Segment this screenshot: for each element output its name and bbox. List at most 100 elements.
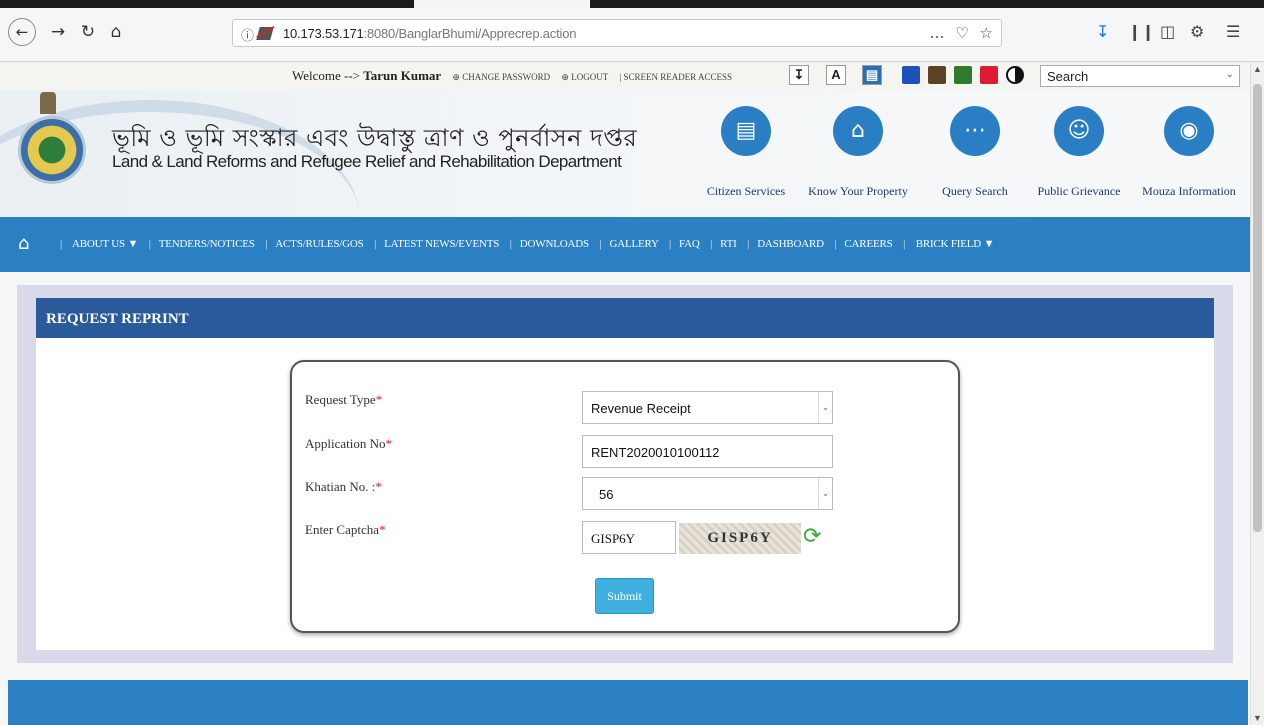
info-icon[interactable]: ⓘ	[241, 25, 254, 44]
application-no-value: RENT2020010100112	[591, 445, 720, 460]
welcome-prefix: Welcome -->	[292, 68, 364, 83]
chevron-down-icon: ▼	[127, 238, 139, 250]
request-type-label: Request Type*	[305, 392, 382, 408]
chat-icon: ⋯	[950, 106, 1000, 156]
url-host: 10.173.53.171	[283, 26, 364, 41]
request-type-value: Revenue Receipt	[591, 401, 691, 416]
page-scrollbar[interactable]: ▲ ▼	[1250, 62, 1264, 725]
chevron-down-icon: ⌄	[818, 478, 832, 509]
nav-tenders-notices[interactable]: TENDERS/NOTICES	[159, 238, 255, 250]
site-header: ভূমি ও ভূমি সংস্কার এবং উদ্বাস্তু ত্রাণ …	[0, 90, 1250, 217]
request-type-select[interactable]: Revenue Receipt ⌄	[582, 391, 833, 424]
extension-icon[interactable]: ⚙	[1190, 22, 1204, 41]
nav-brick-field-label: BRICK FIELD	[915, 238, 982, 250]
nav-acts-rules-gos[interactable]: ACTS/RULES/GOS	[275, 238, 363, 250]
contrast-icon[interactable]	[1006, 66, 1024, 84]
citizen-services-link[interactable]: ▤ Citizen Services	[686, 106, 806, 199]
nav-brick-field[interactable]: BRICK FIELD ▼	[916, 238, 995, 250]
scroll-thumb[interactable]	[1253, 84, 1262, 532]
nav-dashboard[interactable]: DASHBOARD	[757, 238, 824, 250]
required-mark: *	[375, 479, 382, 494]
font-size-icon[interactable]: A	[826, 65, 846, 85]
welcome-text: Welcome --> Tarun Kumar ⊕ CHANGE PASSWOR…	[292, 68, 732, 84]
screen-reader-link[interactable]: | SCREEN READER ACCESS	[619, 72, 732, 82]
people-icon: ☺	[1054, 106, 1104, 156]
more-actions-icon[interactable]: …	[930, 24, 945, 42]
required-mark: *	[379, 522, 386, 537]
mouza-information-label: Mouza Information	[1142, 184, 1236, 198]
khatian-no-label: Khatian No. :*	[305, 479, 382, 495]
insecure-lock-icon[interactable]	[256, 27, 274, 40]
back-icon[interactable]: ←	[8, 18, 36, 46]
library-icon[interactable]: ❙❙	[1128, 22, 1155, 41]
scroll-down-icon[interactable]: ▼	[1253, 713, 1262, 723]
application-no-input[interactable]: RENT2020010100112	[582, 435, 833, 468]
url-text[interactable]: 10.173.53.171:8080/BanglarBhumi/Apprecre…	[283, 26, 576, 41]
logout-link[interactable]: ⊕ LOGOUT	[561, 72, 608, 82]
theme-green-button[interactable]	[954, 66, 972, 84]
query-search-link[interactable]: ⋯ Query Search	[915, 106, 1035, 199]
citizen-services-label: Citizen Services	[706, 184, 786, 198]
browser-tab-strip	[0, 0, 1264, 8]
logout-label: LOGOUT	[571, 72, 609, 82]
know-your-property-label: Know Your Property	[808, 184, 908, 198]
mouza-information-link[interactable]: ◉ Mouza Information	[1129, 106, 1249, 199]
captcha-input[interactable]: GISP6Y	[582, 521, 676, 554]
nav-home-icon[interactable]: ⌂	[18, 233, 29, 254]
captcha-image: GISP6Y	[679, 523, 801, 554]
request-type-label-text: Request Type	[305, 392, 376, 407]
ashoka-emblem-icon	[40, 92, 56, 114]
nav-latest-news-events[interactable]: LATEST NEWS/EVENTS	[384, 238, 499, 250]
nav-about-us-label: ABOUT US	[71, 238, 125, 250]
decrease-font-icon[interactable]: ↧	[789, 65, 809, 85]
theme-red-button[interactable]	[980, 66, 998, 84]
scroll-up-icon[interactable]: ▲	[1253, 64, 1262, 74]
nav-careers[interactable]: CAREERS	[844, 238, 892, 250]
nav-rti[interactable]: RTI	[720, 238, 737, 250]
url-path: /BanglarBhumi/Apprecrep.action	[395, 26, 577, 41]
nav-downloads[interactable]: DOWNLOADS	[520, 238, 589, 250]
panel-header: REQUEST REPRINT	[36, 298, 1214, 338]
browser-toolbar: ← → ↻ ⌂ ⓘ 10.173.53.171:8080/BanglarBhum…	[0, 8, 1264, 62]
pocket-icon[interactable]: ♡	[955, 24, 968, 42]
sidebar-icon[interactable]: ◫	[1160, 22, 1175, 41]
captcha-input-value: GISP6Y	[591, 531, 636, 546]
nav-faq[interactable]: FAQ	[679, 238, 700, 250]
change-password-label: CHANGE PASSWORD	[462, 72, 551, 82]
khatian-no-label-text: Khatian No. :	[305, 479, 376, 494]
submit-button[interactable]: Submit	[595, 578, 654, 614]
theme-blue-button[interactable]	[902, 66, 920, 84]
site-search-select[interactable]: Search ⌄	[1040, 65, 1240, 87]
reload-icon[interactable]: ↻	[76, 20, 100, 44]
screen-reader-label: SCREEN READER ACCESS	[623, 72, 733, 82]
required-mark: *	[375, 392, 383, 407]
application-no-label-text: Application No	[305, 436, 386, 451]
know-your-property-link[interactable]: ⌂ Know Your Property	[798, 106, 918, 199]
footer-bar	[8, 680, 1248, 725]
home-icon: ⌂	[833, 106, 883, 156]
site-utility-bar: Welcome --> Tarun Kumar ⊕ CHANGE PASSWOR…	[0, 62, 1250, 90]
nav-gallery[interactable]: GALLERY	[609, 238, 658, 250]
change-password-link[interactable]: ⊕ CHANGE PASSWORD	[452, 72, 550, 82]
khatian-no-select[interactable]: 56 ⌄	[582, 477, 833, 510]
theme-brown-button[interactable]	[928, 66, 946, 84]
query-search-label: Query Search	[942, 184, 1008, 198]
public-grievance-link[interactable]: ☺ Public Grievance	[1019, 106, 1139, 199]
menu-icon[interactable]: ☰	[1226, 22, 1240, 41]
chevron-down-icon: ▼	[983, 238, 995, 250]
required-mark: *	[385, 436, 393, 451]
page-actions: … ♡ ☆	[930, 24, 993, 42]
captcha-label: Enter Captcha*	[305, 522, 386, 538]
home-icon[interactable]: ⌂	[104, 20, 128, 44]
department-title-english: Land & Land Reforms and Refugee Relief a…	[112, 152, 622, 171]
chevron-down-icon: ⌄	[818, 392, 832, 423]
nav-about-us[interactable]: ABOUT US ▼	[72, 238, 138, 250]
active-tab[interactable]	[414, 0, 590, 8]
bookmark-star-icon[interactable]: ☆	[980, 24, 993, 42]
accessibility-icon[interactable]: ▤	[862, 65, 882, 85]
forward-icon[interactable]: →	[46, 20, 70, 44]
address-bar[interactable]: ⓘ 10.173.53.171:8080/BanglarBhumi/Apprec…	[232, 19, 1002, 47]
refresh-captcha-icon[interactable]: ⟳	[803, 524, 829, 550]
download-icon[interactable]: ↧	[1096, 22, 1109, 41]
panel-title: REQUEST REPRINT	[46, 311, 189, 327]
